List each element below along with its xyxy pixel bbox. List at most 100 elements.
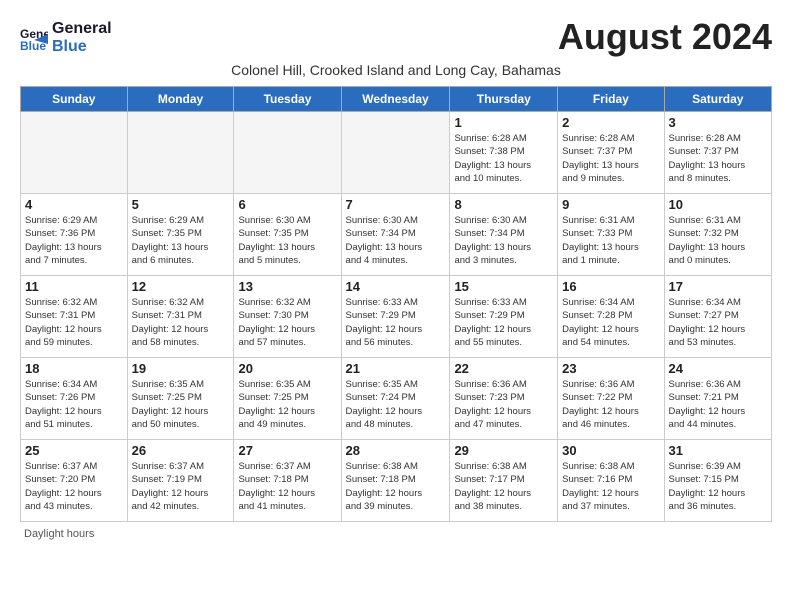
day-info: Sunrise: 6:32 AMSunset: 7:31 PMDaylight:… bbox=[25, 296, 123, 349]
calendar-cell-w4d1: 26 Sunrise: 6:37 AMSunset: 7:19 PMDayligh… bbox=[127, 440, 234, 522]
calendar-cell-w3d0: 18 Sunrise: 6:34 AMSunset: 7:26 PMDayligh… bbox=[21, 358, 128, 440]
svg-text:Blue: Blue bbox=[20, 39, 46, 52]
day-number: 29 bbox=[454, 443, 553, 458]
day-info: Sunrise: 6:37 AMSunset: 7:18 PMDaylight:… bbox=[238, 460, 336, 513]
day-header-friday: Friday bbox=[558, 87, 664, 112]
day-header-thursday: Thursday bbox=[450, 87, 558, 112]
calendar-cell-w4d3: 28Sunrise: 6:38 AMSunset: 7:18 PMDayligh… bbox=[341, 440, 450, 522]
calendar-cell-w3d2: 20 Sunrise: 6:35 AMSunset: 7:25 PMDayligh… bbox=[234, 358, 341, 440]
day-number: 19 bbox=[132, 361, 230, 376]
calendar-cell-w0d6: 3Sunrise: 6:28 AMSunset: 7:37 PMDaylight… bbox=[664, 112, 771, 194]
day-info: Sunrise: 6:34 AMSunset: 7:27 PMDaylight:… bbox=[669, 296, 767, 349]
day-info: Sunrise: 6:31 AMSunset: 7:32 PMDaylight:… bbox=[669, 214, 767, 267]
day-number: 9 bbox=[562, 197, 659, 212]
day-number: 26 bbox=[132, 443, 230, 458]
calendar-week-3: 18 Sunrise: 6:34 AMSunset: 7:26 PMDayligh… bbox=[21, 358, 772, 440]
day-header-tuesday: Tuesday bbox=[234, 87, 341, 112]
calendar-cell-w0d4: 1 Sunrise: 6:28 AMSunset: 7:38 PMDaylight… bbox=[450, 112, 558, 194]
calendar-cell-w4d6: 31 Sunrise: 6:39 AMSunset: 7:15 PMDayligh… bbox=[664, 440, 771, 522]
day-number: 22 bbox=[454, 361, 553, 376]
calendar-cell-w0d1 bbox=[127, 112, 234, 194]
calendar-cell-w1d1: 5 Sunrise: 6:29 AMSunset: 7:35 PMDaylight… bbox=[127, 194, 234, 276]
calendar-cell-w3d4: 22 Sunrise: 6:36 AMSunset: 7:23 PMDayligh… bbox=[450, 358, 558, 440]
daylight-label: Daylight hours bbox=[24, 528, 94, 540]
day-number: 11 bbox=[25, 279, 123, 294]
day-info: Sunrise: 6:36 AMSunset: 7:22 PMDaylight:… bbox=[562, 378, 659, 431]
calendar-cell-w0d3 bbox=[341, 112, 450, 194]
page-container: General Blue General Blue August 2024 Co… bbox=[0, 0, 792, 550]
calendar-cell-w2d2: 13Sunrise: 6:32 AMSunset: 7:30 PMDayligh… bbox=[234, 276, 341, 358]
calendar-cell-w1d4: 8Sunrise: 6:30 AMSunset: 7:34 PMDaylight… bbox=[450, 194, 558, 276]
day-number: 25 bbox=[25, 443, 123, 458]
calendar-cell-w0d2 bbox=[234, 112, 341, 194]
day-info: Sunrise: 6:35 AMSunset: 7:24 PMDaylight:… bbox=[346, 378, 446, 431]
day-number: 18 bbox=[25, 361, 123, 376]
logo-icon: General Blue bbox=[20, 24, 48, 52]
calendar-week-0: 1 Sunrise: 6:28 AMSunset: 7:38 PMDaylight… bbox=[21, 112, 772, 194]
calendar-table: SundayMondayTuesdayWednesdayThursdayFrid… bbox=[20, 86, 772, 522]
day-number: 16 bbox=[562, 279, 659, 294]
footer-note: Daylight hours bbox=[20, 528, 772, 540]
day-header-wednesday: Wednesday bbox=[341, 87, 450, 112]
header: General Blue General Blue August 2024 bbox=[20, 16, 772, 58]
calendar-week-1: 4 Sunrise: 6:29 AMSunset: 7:36 PMDaylight… bbox=[21, 194, 772, 276]
day-number: 4 bbox=[25, 197, 123, 212]
day-info: Sunrise: 6:30 AMSunset: 7:35 PMDaylight:… bbox=[238, 214, 336, 267]
day-info: Sunrise: 6:35 AMSunset: 7:25 PMDaylight:… bbox=[238, 378, 336, 431]
day-info: Sunrise: 6:32 AMSunset: 7:30 PMDaylight:… bbox=[238, 296, 336, 349]
day-number: 14 bbox=[346, 279, 446, 294]
day-number: 31 bbox=[669, 443, 767, 458]
day-info: Sunrise: 6:29 AMSunset: 7:36 PMDaylight:… bbox=[25, 214, 123, 267]
calendar-cell-w2d6: 17Sunrise: 6:34 AMSunset: 7:27 PMDayligh… bbox=[664, 276, 771, 358]
month-title: August 2024 bbox=[558, 16, 772, 58]
day-info: Sunrise: 6:36 AMSunset: 7:23 PMDaylight:… bbox=[454, 378, 553, 431]
day-number: 2 bbox=[562, 115, 659, 130]
calendar-cell-w1d0: 4 Sunrise: 6:29 AMSunset: 7:36 PMDaylight… bbox=[21, 194, 128, 276]
logo: General Blue General Blue bbox=[20, 20, 112, 55]
day-number: 24 bbox=[669, 361, 767, 376]
calendar-cell-w3d3: 21 Sunrise: 6:35 AMSunset: 7:24 PMDayligh… bbox=[341, 358, 450, 440]
day-number: 21 bbox=[346, 361, 446, 376]
calendar-cell-w2d0: 11 Sunrise: 6:32 AMSunset: 7:31 PMDayligh… bbox=[21, 276, 128, 358]
day-info: Sunrise: 6:33 AMSunset: 7:29 PMDaylight:… bbox=[346, 296, 446, 349]
day-info: Sunrise: 6:39 AMSunset: 7:15 PMDaylight:… bbox=[669, 460, 767, 513]
day-info: Sunrise: 6:32 AMSunset: 7:31 PMDaylight:… bbox=[132, 296, 230, 349]
calendar-cell-w4d4: 29Sunrise: 6:38 AMSunset: 7:17 PMDayligh… bbox=[450, 440, 558, 522]
calendar-cell-w0d0 bbox=[21, 112, 128, 194]
calendar-cell-w1d6: 10 Sunrise: 6:31 AMSunset: 7:32 PMDayligh… bbox=[664, 194, 771, 276]
day-info: Sunrise: 6:37 AMSunset: 7:20 PMDaylight:… bbox=[25, 460, 123, 513]
calendar-cell-w3d6: 24 Sunrise: 6:36 AMSunset: 7:21 PMDayligh… bbox=[664, 358, 771, 440]
day-info: Sunrise: 6:37 AMSunset: 7:19 PMDaylight:… bbox=[132, 460, 230, 513]
day-number: 12 bbox=[132, 279, 230, 294]
day-info: Sunrise: 6:36 AMSunset: 7:21 PMDaylight:… bbox=[669, 378, 767, 431]
day-number: 5 bbox=[132, 197, 230, 212]
day-number: 28 bbox=[346, 443, 446, 458]
calendar-cell-w3d1: 19Sunrise: 6:35 AMSunset: 7:25 PMDayligh… bbox=[127, 358, 234, 440]
day-number: 6 bbox=[238, 197, 336, 212]
day-number: 15 bbox=[454, 279, 553, 294]
day-number: 10 bbox=[669, 197, 767, 212]
day-info: Sunrise: 6:34 AMSunset: 7:28 PMDaylight:… bbox=[562, 296, 659, 349]
day-number: 20 bbox=[238, 361, 336, 376]
calendar-cell-w4d2: 27Sunrise: 6:37 AMSunset: 7:18 PMDayligh… bbox=[234, 440, 341, 522]
day-info: Sunrise: 6:34 AMSunset: 7:26 PMDaylight:… bbox=[25, 378, 123, 431]
calendar-header-row: SundayMondayTuesdayWednesdayThursdayFrid… bbox=[21, 87, 772, 112]
calendar-week-4: 25 Sunrise: 6:37 AMSunset: 7:20 PMDayligh… bbox=[21, 440, 772, 522]
day-info: Sunrise: 6:29 AMSunset: 7:35 PMDaylight:… bbox=[132, 214, 230, 267]
day-number: 23 bbox=[562, 361, 659, 376]
day-number: 30 bbox=[562, 443, 659, 458]
day-info: Sunrise: 6:28 AMSunset: 7:37 PMDaylight:… bbox=[562, 132, 659, 185]
day-header-sunday: Sunday bbox=[21, 87, 128, 112]
logo-line2: Blue bbox=[52, 38, 112, 56]
day-header-monday: Monday bbox=[127, 87, 234, 112]
calendar-cell-w2d4: 15Sunrise: 6:33 AMSunset: 7:29 PMDayligh… bbox=[450, 276, 558, 358]
calendar-cell-w0d5: 2 Sunrise: 6:28 AMSunset: 7:37 PMDaylight… bbox=[558, 112, 664, 194]
calendar-cell-w2d5: 16 Sunrise: 6:34 AMSunset: 7:28 PMDayligh… bbox=[558, 276, 664, 358]
day-number: 7 bbox=[346, 197, 446, 212]
day-number: 1 bbox=[454, 115, 553, 130]
calendar-cell-w2d1: 12 Sunrise: 6:32 AMSunset: 7:31 PMDayligh… bbox=[127, 276, 234, 358]
logo-line1: General bbox=[52, 20, 112, 38]
calendar-cell-w1d2: 6 Sunrise: 6:30 AMSunset: 7:35 PMDaylight… bbox=[234, 194, 341, 276]
day-info: Sunrise: 6:28 AMSunset: 7:38 PMDaylight:… bbox=[454, 132, 553, 185]
calendar-week-2: 11 Sunrise: 6:32 AMSunset: 7:31 PMDayligh… bbox=[21, 276, 772, 358]
